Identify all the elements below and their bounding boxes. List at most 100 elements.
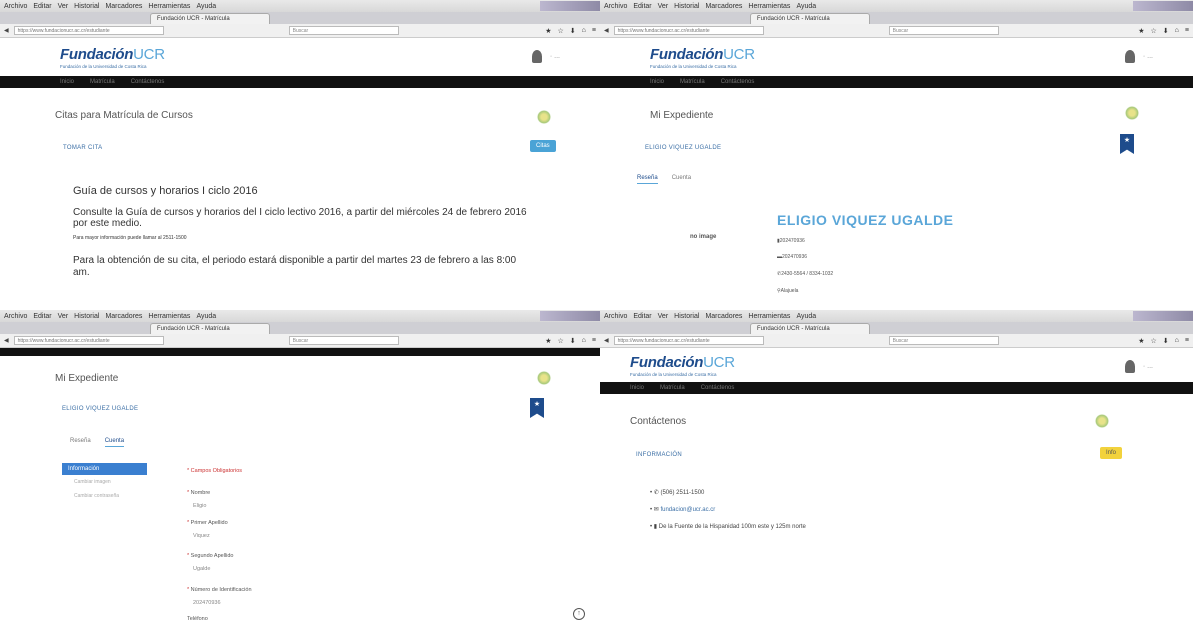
take-appointment-link[interactable]: TOMAR CITA: [63, 145, 102, 151]
side-item-change-image[interactable]: Cambiar imagen: [62, 475, 147, 489]
download-icon[interactable]: ⬇: [1163, 27, 1169, 35]
menu-ver[interactable]: Ver: [58, 3, 69, 10]
download-icon[interactable]: ⬇: [570, 27, 576, 35]
menu-archivo[interactable]: Archivo: [4, 3, 27, 10]
nav-contactenos[interactable]: Contáctenos: [701, 385, 735, 391]
field-input-nombre[interactable]: Eligio: [193, 503, 206, 509]
menu-editar[interactable]: Editar: [633, 313, 651, 320]
contact-email-value[interactable]: fundacion@ucr.ac.cr: [660, 507, 715, 513]
home-icon[interactable]: ⌂: [1175, 337, 1179, 345]
back-icon[interactable]: ◀: [604, 27, 609, 34]
user-name-link[interactable]: ELIGIO VIQUEZ UGALDE: [62, 406, 138, 412]
menu-icon[interactable]: ≡: [592, 337, 596, 345]
tab-resena[interactable]: Reseña: [637, 175, 658, 184]
home-icon[interactable]: ⌂: [582, 27, 586, 35]
menu-ayuda[interactable]: Ayuda: [796, 3, 816, 10]
search-input[interactable]: Buscar: [288, 26, 399, 35]
star-icon[interactable]: ★: [1138, 337, 1144, 345]
nav-matricula[interactable]: Matrícula: [680, 79, 705, 85]
tab-cuenta[interactable]: Cuenta: [104, 438, 125, 447]
menu-ver[interactable]: Ver: [658, 3, 669, 10]
info-link[interactable]: INFORMACIÓN: [636, 452, 682, 458]
menu-marcadores[interactable]: Marcadores: [105, 313, 142, 320]
menu-archivo[interactable]: Archivo: [604, 3, 627, 10]
menu-archivo[interactable]: Archivo: [604, 313, 627, 320]
star-icon[interactable]: ★: [545, 27, 551, 35]
window-controls[interactable]: [540, 311, 600, 321]
menu-herramientas[interactable]: Herramientas: [748, 3, 790, 10]
back-icon[interactable]: ◀: [604, 337, 609, 344]
nav-inicio[interactable]: Inicio: [630, 385, 644, 391]
menu-historial[interactable]: Historial: [74, 313, 99, 320]
menu-ayuda[interactable]: Ayuda: [796, 313, 816, 320]
menu-historial[interactable]: Historial: [674, 313, 699, 320]
field-input-primer-apellido[interactable]: Viquez: [193, 533, 210, 539]
tab-cuenta[interactable]: Cuenta: [672, 175, 691, 184]
menu-ver[interactable]: Ver: [58, 313, 69, 320]
menu-herramientas[interactable]: Herramientas: [148, 3, 190, 10]
url-field[interactable]: https://www.fundacionucr.ac.cr/estudiant…: [613, 26, 764, 35]
field-input-segundo-apellido[interactable]: Ugalde: [193, 566, 210, 572]
menu-editar[interactable]: Editar: [33, 313, 51, 320]
menu-herramientas[interactable]: Herramientas: [748, 313, 790, 320]
menu-archivo[interactable]: Archivo: [4, 313, 27, 320]
browser-tab[interactable]: Fundación UCR - Matrícula: [150, 323, 270, 334]
field-input-identificacion[interactable]: 202470936: [193, 600, 221, 606]
back-icon[interactable]: ◀: [4, 27, 9, 34]
menu-icon[interactable]: ≡: [592, 27, 596, 35]
browser-tab[interactable]: Fundación UCR - Matrícula: [150, 13, 270, 24]
menu-icon[interactable]: ≡: [1185, 337, 1189, 345]
scroll-top-icon[interactable]: ↑: [573, 608, 585, 620]
nav-matricula[interactable]: Matrícula: [660, 385, 685, 391]
back-icon[interactable]: ◀: [4, 337, 9, 344]
user-menu[interactable]: · ...: [1124, 50, 1153, 63]
url-field[interactable]: https://www.fundacionucr.ac.cr/estudiant…: [613, 336, 764, 345]
user-menu[interactable]: · ...: [531, 50, 560, 63]
bookmark-icon[interactable]: ☆: [1151, 337, 1157, 345]
nav-inicio[interactable]: Inicio: [60, 79, 74, 85]
url-field[interactable]: https://www.fundacionucr.ac.cr/estudiant…: [13, 26, 164, 35]
menu-herramientas[interactable]: Herramientas: [148, 313, 190, 320]
menu-ayuda[interactable]: Ayuda: [196, 313, 216, 320]
logo[interactable]: FundaciónUCR Fundación de la Universidad…: [60, 46, 165, 69]
menu-historial[interactable]: Historial: [674, 3, 699, 10]
menu-marcadores[interactable]: Marcadores: [105, 3, 142, 10]
side-item-info[interactable]: Información: [62, 463, 147, 475]
menu-editar[interactable]: Editar: [33, 3, 51, 10]
search-input[interactable]: Buscar: [288, 336, 399, 345]
info-button[interactable]: Info: [1100, 447, 1123, 459]
home-icon[interactable]: ⌂: [582, 337, 586, 345]
menu-editar[interactable]: Editar: [633, 3, 651, 10]
home-icon[interactable]: ⌂: [1175, 27, 1179, 35]
star-icon[interactable]: ★: [1138, 27, 1144, 35]
download-icon[interactable]: ⬇: [570, 337, 576, 345]
user-menu[interactable]: · ...: [1124, 360, 1153, 373]
browser-tab[interactable]: Fundación UCR - Matrícula: [750, 13, 870, 24]
bookmark-icon[interactable]: ☆: [558, 337, 564, 345]
side-item-change-password[interactable]: Cambiar contraseña: [62, 489, 147, 503]
menu-ver[interactable]: Ver: [658, 313, 669, 320]
logo[interactable]: FundaciónUCR Fundación de la Universidad…: [630, 354, 735, 377]
menu-ayuda[interactable]: Ayuda: [196, 3, 216, 10]
nav-contactenos[interactable]: Contáctenos: [721, 79, 755, 85]
window-controls[interactable]: [1133, 1, 1193, 11]
search-input[interactable]: Buscar: [888, 26, 999, 35]
url-field[interactable]: https://www.fundacionucr.ac.cr/estudiant…: [13, 336, 164, 345]
nav-contactenos[interactable]: Contáctenos: [131, 79, 165, 85]
tab-resena[interactable]: Reseña: [70, 438, 91, 447]
nav-matricula[interactable]: Matrícula: [90, 79, 115, 85]
download-icon[interactable]: ⬇: [1163, 337, 1169, 345]
nav-inicio[interactable]: Inicio: [650, 79, 664, 85]
browser-tab[interactable]: Fundación UCR - Matrícula: [750, 323, 870, 334]
bookmark-icon[interactable]: ☆: [558, 27, 564, 35]
citas-button[interactable]: Citas: [530, 140, 556, 152]
menu-marcadores[interactable]: Marcadores: [705, 3, 742, 10]
user-name-link[interactable]: ELIGIO VIQUEZ UGALDE: [645, 145, 721, 151]
bookmark-icon[interactable]: ☆: [1151, 27, 1157, 35]
window-controls[interactable]: [1133, 311, 1193, 321]
menu-historial[interactable]: Historial: [74, 3, 99, 10]
logo[interactable]: FundaciónUCR Fundación de la Universidad…: [650, 46, 755, 69]
menu-marcadores[interactable]: Marcadores: [705, 313, 742, 320]
search-input[interactable]: Buscar: [888, 336, 999, 345]
star-icon[interactable]: ★: [545, 337, 551, 345]
